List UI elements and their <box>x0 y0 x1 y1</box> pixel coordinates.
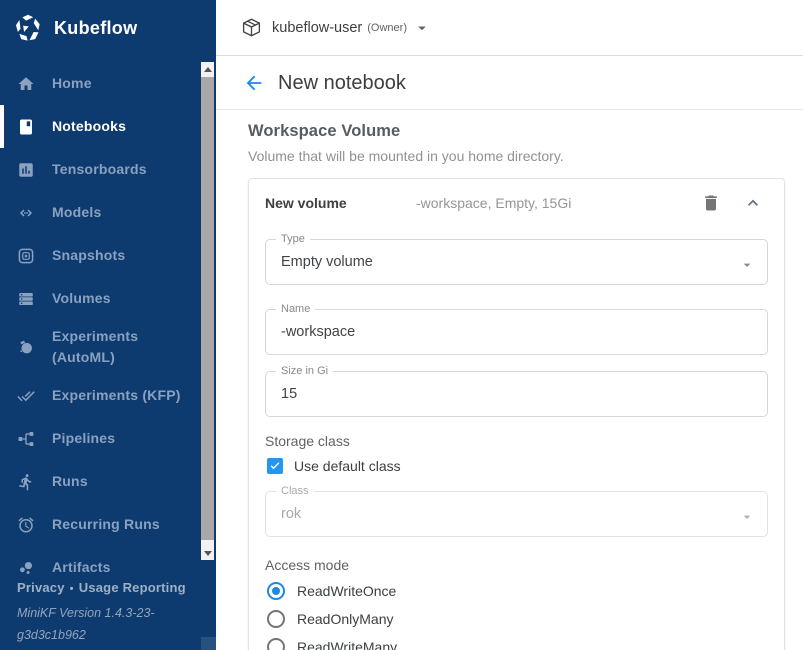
dropdown-caret-icon <box>739 509 755 525</box>
snapshots-icon <box>17 247 35 265</box>
sidebar-item-snapshots[interactable]: Snapshots <box>0 234 216 277</box>
class-field-label: Class <box>276 485 314 497</box>
sidebar-item-recurring-runs[interactable]: Recurring Runs <box>0 503 216 546</box>
sidebar-scrollbar <box>201 62 214 560</box>
scrollbar-down-arrow[interactable] <box>201 546 214 560</box>
usage-reporting-link[interactable]: Usage Reporting <box>79 580 186 595</box>
use-default-class-label: Use default class <box>294 458 401 474</box>
sidebar-item-notebooks[interactable]: Notebooks <box>0 105 216 148</box>
volume-summary: -workspace, Empty, 15Gi <box>416 195 701 211</box>
sidebar-item-volumes[interactable]: Volumes <box>0 277 216 320</box>
storage-class-select: Class rok <box>265 491 768 537</box>
class-field-value: rok <box>281 506 301 522</box>
type-field-label: Type <box>276 233 310 245</box>
namespace-selector[interactable]: kubeflow-user (Owner) <box>241 17 431 38</box>
volume-title: New volume <box>265 195 416 211</box>
sidebar-item-tensorboards[interactable]: Tensorboards <box>0 148 216 191</box>
footer-bullet: • <box>70 583 74 595</box>
sidebar-item-pipelines[interactable]: Pipelines <box>0 417 216 460</box>
volume-size-input[interactable] <box>281 386 752 402</box>
notebook-icon <box>17 118 35 136</box>
access-mode-label: Access mode <box>265 557 768 573</box>
checkbox-checked-icon[interactable] <box>267 458 283 474</box>
type-field-value: Empty volume <box>281 254 373 270</box>
size-field-label: Size in Gi <box>276 365 333 377</box>
volume-size-field: Size in Gi <box>265 371 768 417</box>
section-subtitle: Volume that will be mounted in you home … <box>248 148 803 164</box>
sidebar-item-experiments-automl[interactable]: Experiments (AutoML) <box>0 320 216 374</box>
volumes-icon <box>17 290 35 308</box>
artifacts-icon <box>17 559 35 577</box>
storage-class-label: Storage class <box>265 433 768 449</box>
volume-name-input[interactable] <box>281 324 752 340</box>
namespace-name: kubeflow-user <box>272 20 362 36</box>
delete-volume-button[interactable] <box>701 193 721 213</box>
namespace-package-icon <box>241 17 262 38</box>
sidebar-item-experiments-kfp[interactable]: Experiments (KFP) <box>0 374 216 417</box>
sidebar-item-home[interactable]: Home <box>0 62 216 105</box>
kfp-icon <box>17 387 35 405</box>
name-field-label: Name <box>276 303 315 315</box>
sidebar-item-runs[interactable]: Runs <box>0 460 216 503</box>
version-text: MiniKF Version 1.4.3-23- g3d3c1b962 <box>17 602 202 646</box>
access-mode-radio-group: ReadWriteOnce ReadOnlyMany ReadWriteMany <box>265 581 768 650</box>
models-icon <box>17 204 35 222</box>
access-mode-option-readonlymany[interactable]: ReadOnlyMany <box>265 609 768 629</box>
kubeflow-logo[interactable]: Kubeflow <box>0 0 216 44</box>
section-title: Workspace Volume <box>248 122 803 141</box>
sidebar-footer: Privacy • Usage Reporting MiniKF Version 1… <box>17 580 202 646</box>
tensorboard-icon <box>17 161 35 179</box>
namespace-role: (Owner) <box>367 22 407 34</box>
volume-type-select[interactable]: Type Empty volume <box>265 239 768 285</box>
access-mode-option-readwritemany[interactable]: ReadWriteMany <box>265 637 768 650</box>
home-icon <box>17 75 35 93</box>
recurring-runs-icon <box>17 516 35 534</box>
workspace-volume-card: New volume -workspace, Empty, 15Gi Type … <box>248 178 785 650</box>
runs-icon <box>17 473 35 491</box>
scrollbar-corner <box>201 637 216 650</box>
page-title-bar: New notebook <box>216 57 803 110</box>
dropdown-caret-icon <box>739 257 755 273</box>
collapse-volume-button[interactable] <box>743 193 763 213</box>
page-title: New notebook <box>278 72 406 95</box>
volume-name-field: Name <box>265 309 768 355</box>
back-button[interactable] <box>243 72 265 94</box>
kubeflow-logo-icon <box>13 14 43 44</box>
scrollbar-thumb[interactable] <box>201 77 214 540</box>
sidebar-nav: Home Notebooks Tensorboards Models Snaps… <box>0 62 216 589</box>
use-default-class-checkbox-row[interactable]: Use default class <box>265 458 768 474</box>
access-mode-option-readwriteonce[interactable]: ReadWriteOnce <box>265 581 768 601</box>
privacy-link[interactable]: Privacy <box>17 580 65 595</box>
radio-button-icon[interactable] <box>267 582 285 600</box>
top-bar: kubeflow-user (Owner) <box>216 0 803 56</box>
automl-icon <box>17 338 35 356</box>
sidebar-item-models[interactable]: Models <box>0 191 216 234</box>
volume-card-header[interactable]: New volume -workspace, Empty, 15Gi <box>265 192 768 214</box>
kubeflow-logo-text: Kubeflow <box>54 18 137 39</box>
radio-button-icon[interactable] <box>267 610 285 628</box>
sidebar: Kubeflow Home Notebooks Tensorboards Mod… <box>0 0 216 650</box>
radio-button-icon[interactable] <box>267 638 285 650</box>
scrollbar-up-arrow[interactable] <box>201 62 214 76</box>
pipelines-icon <box>17 430 35 448</box>
chevron-down-icon <box>413 19 431 37</box>
main-content: Workspace Volume Volume that will be mou… <box>216 111 803 650</box>
